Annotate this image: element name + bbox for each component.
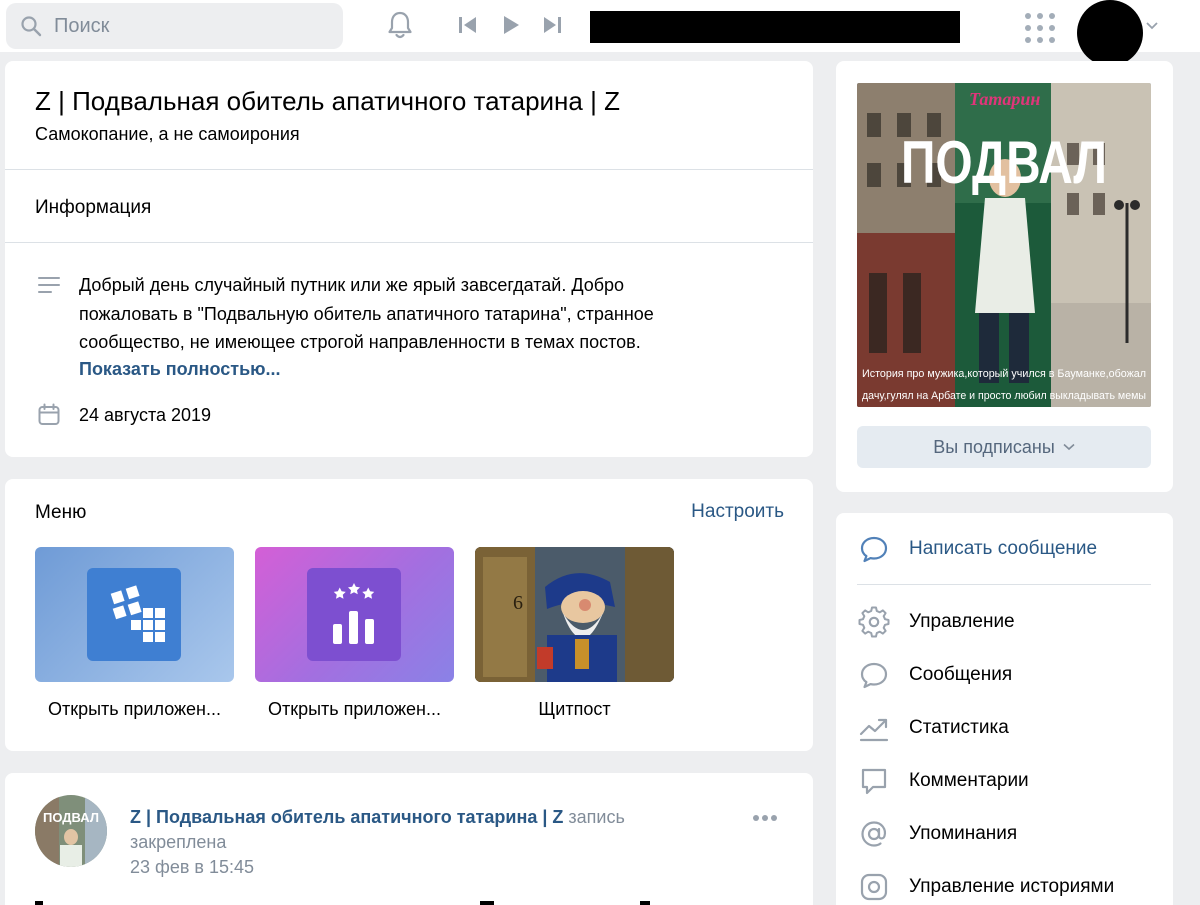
svg-text:дачу,гулял на Арбате и просто: дачу,гулял на Арбате и просто любил выкл… xyxy=(862,390,1146,402)
pinned-post-card: ПОДВАЛ Z | Подвальная обитель апатичного… xyxy=(5,773,813,905)
action-label: Упоминания xyxy=(909,823,1018,844)
search-input[interactable] xyxy=(54,14,314,38)
mentions-button[interactable]: Упоминания xyxy=(858,817,1158,851)
action-label: Управление историями xyxy=(909,876,1115,897)
menu-tile-label[interactable]: Щитпост xyxy=(475,699,674,720)
post-header: Z | Подвальная обитель апатичного татари… xyxy=(130,805,690,855)
show-more-link[interactable]: Показать полностью... xyxy=(79,359,281,380)
action-label: Статистика xyxy=(909,717,1009,738)
menu-tile-app-2[interactable] xyxy=(255,547,454,682)
subscribed-label: Вы подписаны xyxy=(933,436,1055,457)
statistics-button[interactable]: Статистика xyxy=(858,711,1158,745)
description-lines-icon xyxy=(38,277,60,293)
write-message-button[interactable]: Написать сообщение xyxy=(858,532,1158,566)
divider xyxy=(857,584,1151,585)
message-icon xyxy=(860,536,888,563)
stories-icon xyxy=(860,873,888,901)
info-heading: Информация xyxy=(35,197,152,218)
stats-icon xyxy=(859,718,889,742)
notifications-bell-icon[interactable] xyxy=(383,8,417,42)
menu-tile-label[interactable]: Открыть приложен... xyxy=(255,699,454,720)
chevron-down-icon xyxy=(1063,443,1075,451)
group-status: Самокопание, а не самоирония xyxy=(35,124,300,144)
stats-app-icon xyxy=(307,568,401,661)
menu-card: Меню Настроить Открыть приложен... Откры… xyxy=(5,479,813,751)
action-label: Комментарии xyxy=(909,770,1029,791)
group-title: Z | Подвальная обитель апатичного татари… xyxy=(35,86,620,116)
svg-text:История про мужика,который учи: История про мужика,который учился в Баум… xyxy=(862,368,1146,380)
menu-title: Меню xyxy=(35,502,87,523)
manage-button[interactable]: Управление xyxy=(858,605,1158,639)
menu-tile-label[interactable]: Открыть приложен... xyxy=(35,699,234,720)
calendar-icon xyxy=(38,403,60,425)
app-grid-icon xyxy=(87,568,181,661)
divider xyxy=(5,169,813,170)
svg-text:6: 6 xyxy=(513,592,523,614)
action-label: Написать сообщение xyxy=(909,538,1098,559)
cover-artwork: Татарин ПОДВАЛ История про мужика,которы… xyxy=(857,83,1151,407)
divider xyxy=(5,242,813,243)
svg-text:ПОДВАЛ: ПОДВАЛ xyxy=(901,129,1107,196)
redacted-track-title xyxy=(590,11,960,43)
search-box[interactable] xyxy=(6,3,343,49)
post-author-link[interactable]: Z | Подвальная обитель апатичного татари… xyxy=(130,807,563,827)
group-cover-card: Татарин ПОДВАЛ История про мужика,которы… xyxy=(836,61,1173,492)
top-bar xyxy=(0,0,1200,66)
post-time[interactable]: 23 фев в 15:45 xyxy=(130,857,254,878)
messages-button[interactable]: Сообщения xyxy=(858,658,1158,692)
configure-menu-link[interactable]: Настроить xyxy=(691,501,784,523)
svg-text:Татарин: Татарин xyxy=(969,89,1040,109)
previous-track-icon[interactable] xyxy=(456,13,480,37)
manage-stories-button[interactable]: Управление историями xyxy=(858,870,1158,904)
action-label: Сообщения xyxy=(909,664,1013,685)
menu-tile-shitpost[interactable]: 6 xyxy=(475,547,674,682)
creation-date: 24 августа 2019 xyxy=(79,405,212,425)
svg-text:ПОДВАЛ: ПОДВАЛ xyxy=(43,810,99,825)
comment-icon xyxy=(861,768,887,795)
gear-icon xyxy=(858,606,890,638)
group-info-card: Z | Подвальная обитель апатичного татари… xyxy=(5,61,813,457)
user-avatar[interactable] xyxy=(1077,0,1143,66)
apps-grid-icon[interactable] xyxy=(1024,12,1055,43)
play-icon[interactable] xyxy=(499,13,523,37)
cartoon-captain-image: 6 xyxy=(475,547,674,682)
menu-tile-app-1[interactable] xyxy=(35,547,234,682)
group-description: Добрый день случайный путник или же ярый… xyxy=(79,275,654,352)
more-options-icon[interactable] xyxy=(751,813,779,823)
at-icon xyxy=(861,821,887,847)
avatar-image: ПОДВАЛ xyxy=(35,795,107,867)
chat-icon xyxy=(860,662,888,689)
chevron-down-icon[interactable] xyxy=(1145,20,1159,32)
action-label: Управление xyxy=(909,611,1015,632)
comments-button[interactable]: Комментарии xyxy=(858,764,1158,798)
group-actions-card: Написать сообщение Управление Сообщения … xyxy=(836,513,1173,905)
search-icon xyxy=(21,16,42,37)
next-track-icon[interactable] xyxy=(540,13,564,37)
group-cover-image[interactable]: Татарин ПОДВАЛ История про мужика,которы… xyxy=(857,83,1151,407)
post-author-avatar[interactable]: ПОДВАЛ xyxy=(35,795,107,867)
subscribed-button[interactable]: Вы подписаны xyxy=(857,426,1151,468)
post-text-cutoff xyxy=(35,901,650,905)
